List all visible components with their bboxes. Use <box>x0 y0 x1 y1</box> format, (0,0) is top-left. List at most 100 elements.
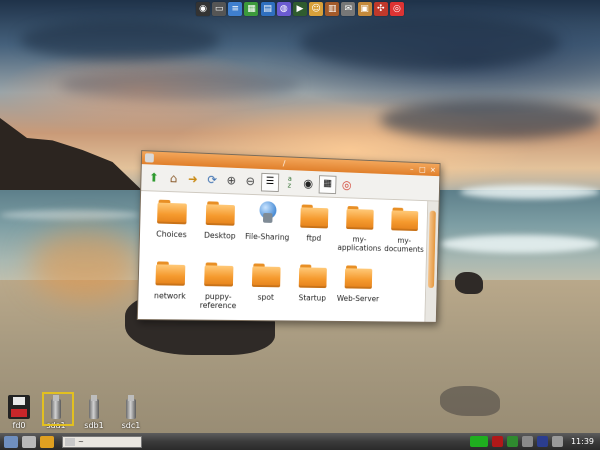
details-view-icon[interactable]: ☰ <box>260 172 280 192</box>
folder-icon <box>346 206 374 230</box>
folder-icon <box>155 261 186 286</box>
drive-sdc1[interactable]: sdc1 <box>116 395 146 430</box>
wallpaper-wave <box>0 210 140 220</box>
show-desktop-icon[interactable] <box>22 435 36 448</box>
zoom-out-icon[interactable]: ⊖ <box>242 173 259 190</box>
package-icon[interactable]: ▣ <box>357 1 372 16</box>
folder-icon <box>205 201 235 226</box>
file-view: Choices Desktop File-Sharing ftpd my- applic… <box>138 191 424 322</box>
drive-label: sdc1 <box>121 421 141 430</box>
network-status-icon[interactable] <box>469 436 488 447</box>
file-manager-icon <box>65 437 75 446</box>
file-item[interactable]: Desktop <box>196 197 244 259</box>
file-item-label: ftpd <box>306 233 322 243</box>
file-item-label: Desktop <box>203 230 236 241</box>
wallpaper-wave <box>460 185 600 199</box>
refresh-icon[interactable]: ⟳ <box>204 171 221 188</box>
volume-icon[interactable] <box>551 436 563 447</box>
zoom-in-icon[interactable]: ⊕ <box>223 172 240 189</box>
pager-icon[interactable] <box>40 435 54 448</box>
system-tray: 11:39 <box>469 436 600 447</box>
firewall-icon[interactable] <box>491 436 503 447</box>
file-item[interactable]: Startup <box>290 260 336 321</box>
file-item-label: File-Sharing <box>245 231 290 242</box>
folder-icon <box>251 263 281 288</box>
file-item-label: my- documents <box>384 236 424 254</box>
connection-icon[interactable] <box>521 436 533 447</box>
start-menu-icon[interactable] <box>4 435 18 448</box>
close-icon[interactable]: × <box>429 165 437 174</box>
file-manager-window[interactable]: / – □ × ⬆ ⌂ ➜ ⟳ ⊕ ⊖ ☰ a z ◉ ▦ ◎ Choices D… <box>136 150 441 323</box>
wallpaper-rock <box>440 386 500 416</box>
selection-highlight <box>42 392 74 426</box>
scrollbar-thumb[interactable] <box>427 210 436 288</box>
vertical-scrollbar[interactable] <box>424 201 439 322</box>
browser-icon[interactable]: ◍ <box>276 1 291 16</box>
camera-icon[interactable]: ◉ <box>196 1 210 16</box>
clock[interactable]: 11:39 <box>571 437 594 446</box>
wallpaper-cloud <box>300 15 560 70</box>
bookmarks-icon[interactable]: ➜ <box>184 170 201 187</box>
keyboard-layout-flag-icon[interactable] <box>536 436 548 447</box>
top-launcher-bar: ◉ ▭ ≡ ▦ ▤ ◍ ▶ ☺ ▥ ✉ ▣ ✣ ◎ <box>194 0 406 17</box>
task-label: ~ <box>78 437 84 446</box>
sort-icon[interactable]: a z <box>282 174 298 191</box>
file-item[interactable]: network <box>146 257 195 319</box>
file-item-label: my- applications <box>337 234 382 253</box>
window-menu-icon[interactable] <box>144 153 154 163</box>
file-item[interactable]: my- applications <box>337 202 382 262</box>
taskbar-task-file-manager[interactable]: ~ <box>62 435 142 448</box>
maximize-icon[interactable]: □ <box>418 165 426 174</box>
home-icon[interactable]: ⌂ <box>165 170 182 188</box>
file-item[interactable]: puppy- reference <box>195 258 243 320</box>
minimize-icon[interactable]: – <box>408 165 416 174</box>
document-icon[interactable]: ≡ <box>228 1 243 16</box>
show-hidden-icon[interactable]: ◉ <box>300 175 316 192</box>
up-arrow-icon[interactable]: ⬆ <box>145 169 162 187</box>
file-sharing-icon <box>253 199 282 227</box>
battery-icon[interactable] <box>506 436 518 447</box>
file-item[interactable]: File-Sharing <box>244 199 291 261</box>
puzzle-icon[interactable]: ✣ <box>373 1 388 16</box>
drive-label: fd0 <box>12 421 26 430</box>
file-item[interactable]: spot <box>243 259 290 320</box>
wallpaper-sunlight <box>30 230 140 300</box>
options-icon[interactable]: ▦ <box>318 174 337 194</box>
file-item[interactable]: Web-Server <box>336 261 381 321</box>
folder-icon <box>298 264 327 289</box>
file-item-label: Web-Server <box>336 294 380 304</box>
email-icon[interactable]: ✉ <box>341 1 356 16</box>
drive-fd0[interactable]: fd0 <box>4 395 34 430</box>
folder-icon <box>344 265 373 289</box>
usb-drive-icon <box>83 395 105 421</box>
spreadsheet-icon[interactable]: ▦ <box>244 1 259 16</box>
usb-drive-icon <box>120 395 142 421</box>
file-item-label: puppy- reference <box>199 292 237 311</box>
presentation-icon[interactable]: ▤ <box>260 1 275 16</box>
file-item-label: network <box>153 291 186 301</box>
file-item[interactable]: ftpd <box>291 200 337 261</box>
file-item-label: Choices <box>156 229 187 240</box>
wallpaper-cloud <box>380 100 600 140</box>
wallpaper-cloud <box>20 20 220 60</box>
taskbar: ~ 11:39 <box>0 433 600 450</box>
file-item[interactable]: Choices <box>147 195 195 258</box>
file-item-label: spot <box>257 292 275 302</box>
folder-icon <box>300 204 329 229</box>
file-item[interactable]: my- documents <box>382 203 426 263</box>
drive-sda1[interactable]: sda1 <box>41 392 74 430</box>
drive-label: sdb1 <box>84 421 104 430</box>
floppy-drive-icon <box>8 395 30 421</box>
drive-sdb1[interactable]: sdb1 <box>79 395 109 430</box>
lifebuoy-icon[interactable]: ◎ <box>389 1 404 16</box>
chat-icon[interactable]: ☺ <box>309 1 324 16</box>
calculator-icon[interactable]: ▥ <box>325 1 340 16</box>
file-item-label: Startup <box>298 293 327 303</box>
usb-drive-icon <box>42 392 74 426</box>
wallpaper-cloud <box>60 70 300 100</box>
media-player-icon[interactable]: ▶ <box>292 1 307 16</box>
terminal-icon[interactable]: ▭ <box>212 1 227 16</box>
folder-icon <box>157 199 187 225</box>
wallpaper-wave <box>440 235 600 253</box>
help-icon[interactable]: ◎ <box>339 176 355 193</box>
